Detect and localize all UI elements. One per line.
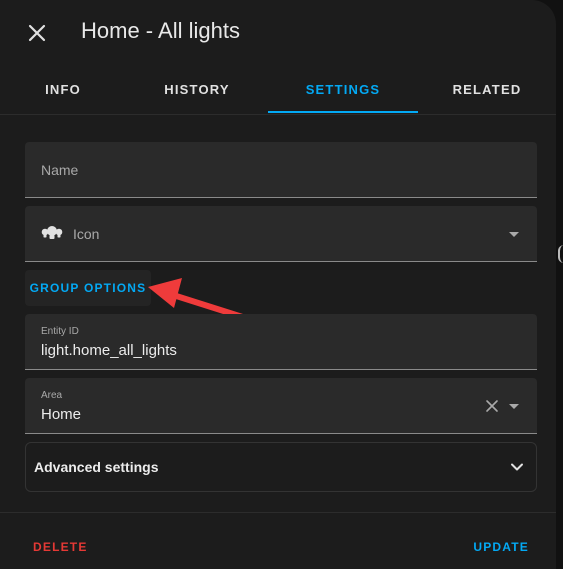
tab-info[interactable]: INFO bbox=[0, 66, 126, 112]
dialog-header: Home - All lights bbox=[0, 0, 556, 64]
area-label: Area bbox=[41, 390, 63, 401]
footer-divider bbox=[0, 512, 556, 513]
clear-icon[interactable] bbox=[485, 399, 499, 413]
icon-picker[interactable]: Icon bbox=[25, 206, 537, 262]
area-field[interactable]: Area Home bbox=[25, 378, 537, 434]
entity-id-field[interactable]: Entity ID light.home_all_lights bbox=[25, 314, 537, 370]
active-tab-indicator bbox=[268, 111, 418, 113]
tab-settings[interactable]: SETTINGS bbox=[268, 66, 418, 112]
area-value: Home bbox=[41, 406, 82, 423]
dialog-title: Home - All lights bbox=[81, 18, 240, 43]
name-field[interactable]: Name bbox=[25, 142, 537, 198]
name-placeholder: Name bbox=[41, 162, 79, 178]
dropdown-arrow-icon[interactable] bbox=[509, 232, 519, 237]
advanced-settings-label: Advanced settings bbox=[34, 459, 159, 475]
close-icon bbox=[28, 24, 46, 42]
delete-button[interactable]: DELETE bbox=[33, 531, 88, 563]
icon-placeholder: Icon bbox=[73, 226, 100, 242]
background-edge bbox=[556, 0, 563, 569]
chevron-down-icon bbox=[511, 463, 523, 471]
entity-id-label: Entity ID bbox=[41, 326, 79, 337]
advanced-settings-expander[interactable]: Advanced settings bbox=[25, 442, 537, 492]
close-button[interactable] bbox=[20, 16, 54, 50]
tab-history[interactable]: HISTORY bbox=[126, 66, 268, 112]
update-button[interactable]: UPDATE bbox=[473, 531, 529, 563]
lightbulb-group-icon bbox=[41, 226, 63, 239]
tab-bar: INFO HISTORY SETTINGS RELATED bbox=[0, 66, 556, 115]
tab-related[interactable]: RELATED bbox=[418, 66, 556, 112]
dropdown-arrow-icon[interactable] bbox=[509, 404, 519, 409]
group-options-button[interactable]: GROUP OPTIONS bbox=[25, 270, 151, 306]
background-glimpse bbox=[558, 245, 563, 263]
entity-settings-dialog: Home - All lights INFO HISTORY SETTINGS … bbox=[0, 0, 556, 569]
entity-id-value: light.home_all_lights bbox=[41, 342, 177, 359]
